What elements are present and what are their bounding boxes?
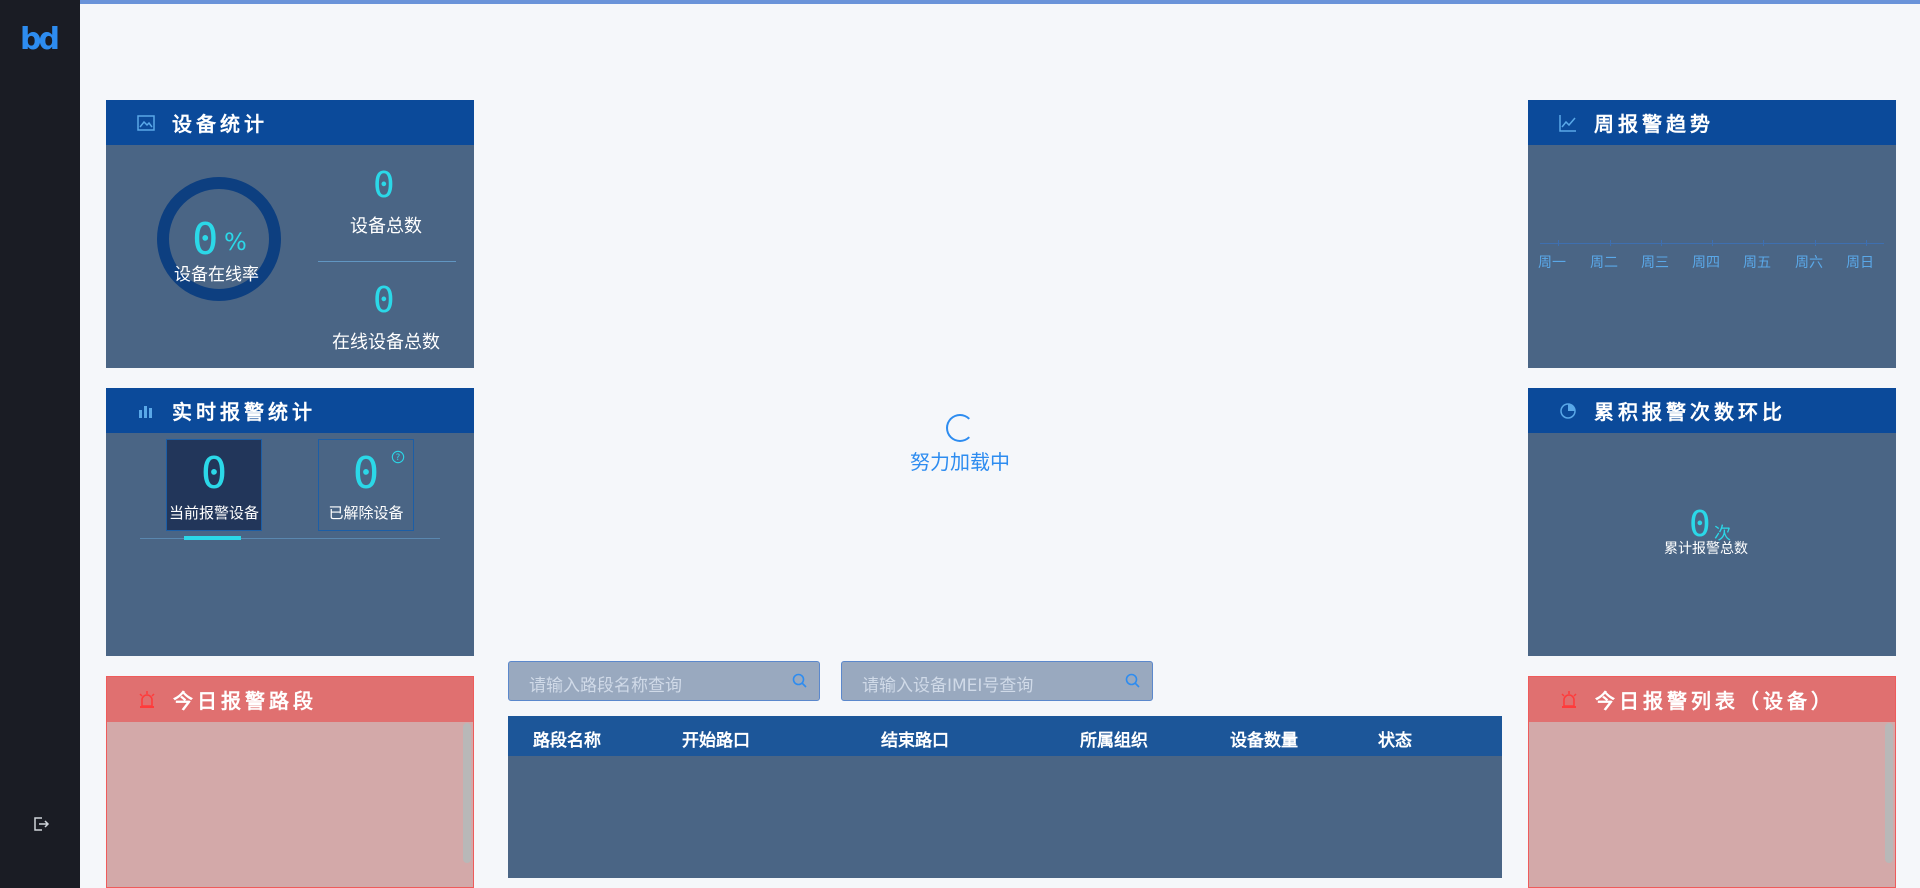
today-alarm-list-panel: 今日报警列表（设备） (1528, 676, 1896, 888)
imei-search-placeholder: 请输入设备IMEI号查询 (862, 676, 1034, 696)
online-rate-value: 0 (192, 214, 219, 265)
imei-search-input[interactable]: 请输入设备IMEI号查询 (841, 661, 1153, 701)
day-label: 周日 (1846, 255, 1874, 271)
device-stats-panel: 设备统计 0 % 设备在线率 0 设备总数 0 在线设备总数 (106, 100, 474, 368)
online-rate-label: 设备在线率 (174, 265, 259, 285)
road-table: 路段名称 开始路口 结束路口 所属组织 设备数量 状态 (508, 716, 1502, 878)
axis-tick (1815, 240, 1816, 246)
th-road-name[interactable]: 路段名称 (533, 726, 601, 751)
device-total-value: 0 (373, 165, 395, 206)
panel-header: 周报警趋势 (1528, 100, 1896, 145)
th-end-crossing[interactable]: 结束路口 (881, 726, 949, 751)
road-search-input[interactable]: 请输入路段名称查询 (508, 661, 820, 701)
day-label: 周三 (1641, 255, 1669, 271)
road-search-placeholder: 请输入路段名称查询 (529, 676, 682, 696)
day-label: 周一 (1538, 255, 1566, 271)
panel-title: 实时报警统计 (172, 400, 316, 424)
day-label: 周五 (1743, 255, 1771, 271)
device-total-label: 设备总数 (350, 216, 422, 237)
axis-tick (1763, 240, 1764, 246)
axis-tick (1712, 240, 1713, 246)
day-label: 周六 (1795, 255, 1823, 271)
loading-spinner-icon (946, 414, 974, 442)
line-chart-icon (1559, 114, 1576, 132)
panel-title: 今日报警路段 (173, 689, 317, 713)
axis-tick (1661, 240, 1662, 246)
alarm-siren-icon (1561, 690, 1577, 708)
logout-icon[interactable] (32, 815, 50, 833)
bar-chart-icon (139, 405, 152, 418)
panel-title: 今日报警列表（设备） (1595, 689, 1835, 713)
cumulative-alarm-panel: 累积报警次数环比 0 次 累计报警总数 (1528, 388, 1896, 656)
panel-title: 周报警趋势 (1594, 112, 1714, 136)
current-alarm-card[interactable]: 0 当前报警设备 (166, 439, 262, 531)
online-total-label: 在线设备总数 (332, 332, 440, 353)
divider (318, 261, 456, 262)
pie-chart-icon (1560, 402, 1576, 419)
th-start-crossing[interactable]: 开始路口 (682, 726, 750, 751)
th-status[interactable]: 状态 (1378, 726, 1412, 751)
search-icon[interactable] (791, 672, 809, 690)
image-icon (137, 114, 155, 131)
svg-text:?: ? (396, 453, 401, 463)
week-trend-panel: 周报警趋势 周一 周二 周三 周四 周五 周六 周日 (1528, 100, 1896, 368)
panel-header: 实时报警统计 (106, 388, 474, 433)
today-road-alarm-panel: 今日报警路段 (106, 676, 474, 888)
realtime-alarm-panel: 实时报警统计 0 当前报警设备 0 已解除设备 ? (106, 388, 474, 656)
axis-tick (1610, 240, 1611, 246)
panel-title: 设备统计 (172, 112, 268, 136)
axis-tick (1866, 240, 1867, 246)
panel-title: 累积报警次数环比 (1594, 400, 1786, 424)
online-total-value: 0 (373, 280, 395, 321)
panel-header: 设备统计 (106, 100, 474, 145)
panel-header: 今日报警路段 (107, 677, 473, 722)
scrollbar[interactable] (463, 723, 471, 863)
search-icon[interactable] (1124, 672, 1142, 690)
cumulative-label: 累计报警总数 (1664, 541, 1748, 557)
sidebar: bd (0, 0, 80, 888)
tab-underline-active (184, 536, 241, 540)
panel-header: 累积报警次数环比 (1528, 388, 1896, 433)
loading-text: 努力加载中 (910, 450, 1010, 474)
table-header: 路段名称 开始路口 结束路口 所属组织 设备数量 状态 (508, 716, 1502, 756)
top-accent-line (80, 0, 1920, 4)
alarm-siren-icon (139, 690, 155, 708)
resolved-alarm-card[interactable]: 0 已解除设备 ? (318, 439, 414, 531)
th-device-count[interactable]: 设备数量 (1230, 726, 1298, 751)
axis-tick (1558, 240, 1559, 246)
scrollbar[interactable] (1885, 723, 1893, 863)
app-logo[interactable]: bd (20, 22, 60, 57)
online-rate-unit: % (224, 228, 247, 256)
day-label: 周四 (1692, 255, 1720, 271)
th-organization[interactable]: 所属组织 (1080, 726, 1148, 751)
current-alarm-label: 当前报警设备 (168, 504, 259, 522)
day-label: 周二 (1590, 255, 1618, 271)
resolved-alarm-label: 已解除设备 (328, 504, 404, 522)
panel-header: 今日报警列表（设备） (1529, 677, 1895, 722)
question-icon[interactable]: ? (391, 450, 405, 464)
current-alarm-value: 0 (200, 448, 228, 499)
